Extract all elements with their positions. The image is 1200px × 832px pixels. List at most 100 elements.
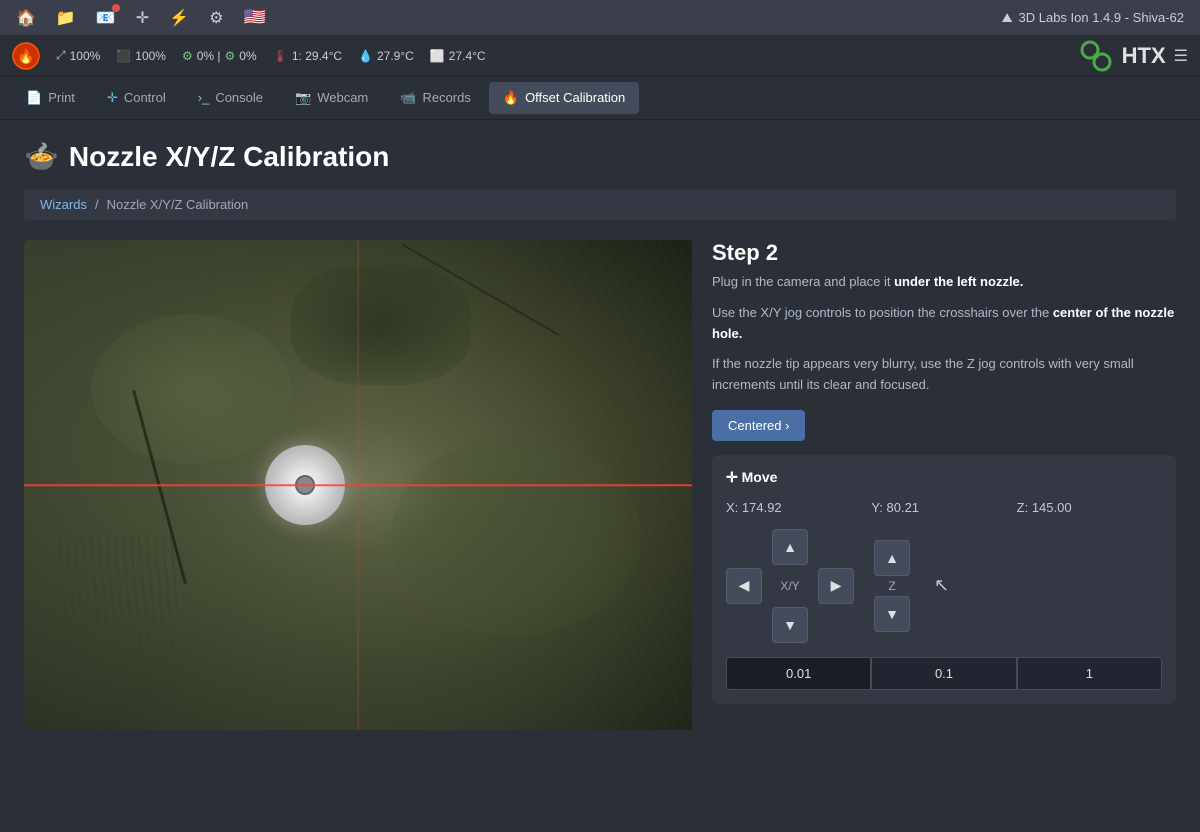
records-tab-icon: 📹 (400, 90, 416, 106)
top-bar: 🏠 📁 📧 ✛ ⚡ ⚙ 🇺🇸 ⛰ 3D Labs Ion 1.4.9 - Shi… (0, 0, 1200, 36)
x-minus-button[interactable]: ◀ (726, 568, 762, 604)
page-title-text: Nozzle X/Y/Z Calibration (69, 141, 389, 173)
y-plus-button[interactable]: ▲ (772, 529, 808, 565)
top-bar-nav: 🏠 📁 📧 ✛ ⚡ ⚙ 🇺🇸 (16, 7, 266, 28)
control-tab-icon: ✛ (107, 90, 118, 106)
status-temp3: ⬜ 27.4°C (430, 49, 486, 63)
brand-icon: 🔥 (12, 42, 40, 70)
mail-icon[interactable]: 📧 (96, 8, 116, 28)
breadcrumb: Wizards / Nozzle X/Y/Z Calibration (24, 189, 1176, 220)
svg-text:🔥: 🔥 (17, 48, 34, 65)
jog-area: ▲ ◀ X/Y ▶ ▼ ▲ Z ▼ (726, 529, 1162, 643)
increment-0.1-button[interactable]: 0.1 (871, 657, 1016, 690)
instruction-2: Use the X/Y jog controls to position the… (712, 303, 1176, 345)
records-tab-label: Records (422, 90, 470, 105)
home-icon[interactable]: 🏠 (16, 8, 36, 28)
mountain-icon: ⛰ (1002, 10, 1013, 26)
print-tab-label: Print (48, 90, 75, 105)
crosshair-vertical (357, 240, 359, 730)
status-bar: 🔥 ⤢ 100% ⬛ 100% ⚙ 0% | ⚙ 0% 🌡 1: 29.4°C … (0, 36, 1200, 76)
x-coordinate: X: 174.92 (726, 500, 871, 515)
app-title-area: ⛰ 3D Labs Ion 1.4.9 - Shiva-62 (1002, 10, 1184, 26)
step-number: Step 2 (712, 240, 1176, 266)
tab-records[interactable]: 📹 Records (386, 82, 485, 114)
step-section: Step 2 Plug in the camera and place it u… (712, 240, 1176, 441)
texture-blob2 (391, 436, 641, 636)
z-coordinate: Z: 145.00 (1017, 500, 1162, 515)
gear-icon[interactable]: ⚙ (209, 8, 223, 28)
temp2-value: 27.9°C (377, 49, 414, 63)
fire-logo-icon: 🔥 (12, 42, 40, 70)
status-temp2: 💧 27.9°C (358, 49, 414, 63)
tab-offset-calibration[interactable]: 🔥 Offset Calibration (489, 82, 639, 114)
x-plus-button[interactable]: ▶ (818, 568, 854, 604)
files-icon[interactable]: 📁 (56, 8, 76, 28)
status-fan2: ⬛ 100% (116, 49, 166, 63)
xy-label: X/Y (780, 579, 799, 593)
fan2-value: 100% (135, 49, 166, 63)
print-tab-icon: 📄 (26, 90, 42, 106)
y-minus-button[interactable]: ▼ (772, 607, 808, 643)
z-minus-button[interactable]: ▼ (874, 596, 910, 632)
instruction-3: If the nozzle tip appears very blurry, u… (712, 354, 1176, 396)
instruction-1: Plug in the camera and place it under th… (712, 272, 1176, 293)
flow-icon: ⚙ (182, 49, 193, 63)
target-icon[interactable]: ✛ (136, 8, 149, 28)
status-logo: HTX ☰ (1078, 38, 1188, 74)
status-menu-icon[interactable]: ☰ (1174, 46, 1188, 66)
page-content: 🍲 Nozzle X/Y/Z Calibration Wizards / Noz… (0, 120, 1200, 750)
page-title-icon: 🍲 (24, 140, 59, 173)
dark-area (291, 265, 471, 385)
centered-button[interactable]: Centered › (712, 410, 805, 441)
breadcrumb-wizards[interactable]: Wizards (40, 197, 87, 212)
webcam-tab-icon: 📷 (295, 90, 311, 106)
coordinates-row: X: 174.92 Y: 80.21 Z: 145.00 (726, 500, 1162, 515)
breadcrumb-separator: / (95, 197, 99, 212)
bolt-icon[interactable]: ⚡ (169, 8, 189, 28)
temp3-icon: ⬜ (430, 49, 445, 63)
tab-webcam[interactable]: 📷 Webcam (281, 82, 382, 114)
breadcrumb-current: Nozzle X/Y/Z Calibration (107, 197, 249, 212)
console-tab-icon: ›_ (198, 90, 210, 105)
main-layout: Step 2 Plug in the camera and place it u… (24, 240, 1176, 730)
fan1-icon: ⤢ (56, 48, 66, 63)
status-fan1: ⤢ 100% (56, 48, 100, 63)
stripe-texture (57, 534, 177, 714)
step-instructions: Plug in the camera and place it under th… (712, 272, 1176, 396)
cursor-indicator: ↖ (934, 575, 949, 596)
move-title: ✛ Move (726, 469, 1162, 486)
flow-value: 0% | (197, 49, 221, 63)
offset-tab-icon: 🔥 (503, 90, 519, 106)
flag-icon[interactable]: 🇺🇸 (243, 7, 265, 28)
temp1-icon: 🌡 (273, 49, 288, 63)
chain-logo-icon (1078, 38, 1114, 74)
console-tab-label: Console (215, 90, 263, 105)
tab-control[interactable]: ✛ Control (93, 82, 180, 114)
camera-image (24, 240, 692, 730)
webcam-tab-label: Webcam (317, 90, 368, 105)
flow-icon2: ⚙ (225, 49, 236, 63)
z-label: Z (888, 579, 895, 593)
fan2-icon: ⬛ (116, 49, 131, 63)
htx-brand-text: HTX (1122, 43, 1166, 69)
camera-view (24, 240, 692, 730)
xy-jog-grid: ▲ ◀ X/Y ▶ ▼ (726, 529, 854, 643)
status-temp1: 🌡 1: 29.4°C (273, 49, 342, 63)
temp3-value: 27.4°C (449, 49, 486, 63)
y-coordinate: Y: 80.21 (871, 500, 1016, 515)
tab-print[interactable]: 📄 Print (12, 82, 89, 114)
control-tab-label: Control (124, 90, 166, 105)
z-plus-button[interactable]: ▲ (874, 540, 910, 576)
texture-blob1 (91, 314, 291, 464)
status-flow: ⚙ 0% | ⚙ 0% (182, 49, 257, 63)
offset-tab-label: Offset Calibration (525, 90, 625, 105)
temp1-value: 1: 29.4°C (292, 49, 342, 63)
move-section: ✛ Move X: 174.92 Y: 80.21 Z: 145.00 ▲ (712, 455, 1176, 704)
increment-0.01-button[interactable]: 0.01 (726, 657, 871, 690)
tab-console[interactable]: ›_ Console (184, 82, 277, 113)
centered-button-label: Centered › (728, 418, 789, 433)
app-title: 3D Labs Ion 1.4.9 - Shiva-62 (1019, 10, 1185, 25)
increment-1-button[interactable]: 1 (1017, 657, 1162, 690)
page-title-area: 🍲 Nozzle X/Y/Z Calibration (24, 140, 1176, 173)
tab-bar: 📄 Print ✛ Control ›_ Console 📷 Webcam 📹 … (0, 76, 1200, 120)
